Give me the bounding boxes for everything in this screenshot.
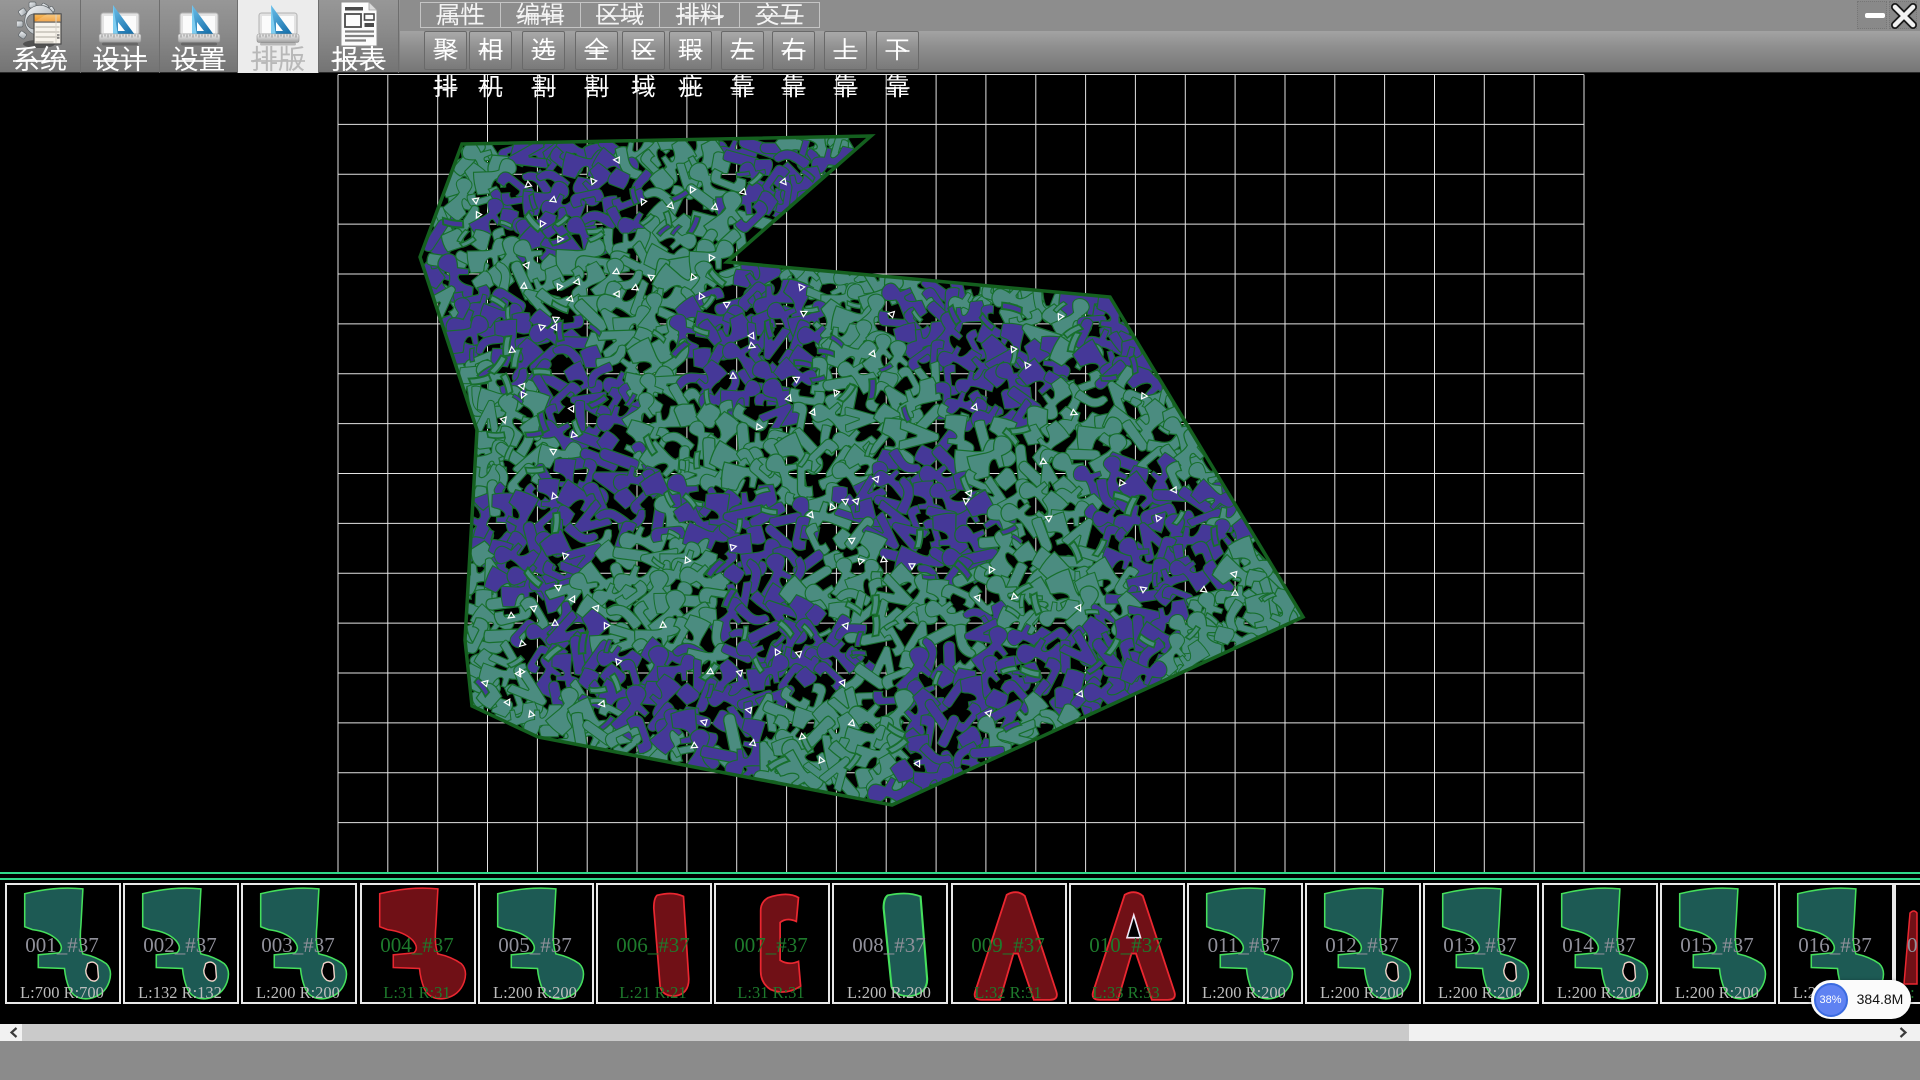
svg-text:006_#37: 006_#37 (616, 933, 690, 957)
svg-text:008_#37: 008_#37 (852, 933, 926, 957)
svg-text:004_#37: 004_#37 (380, 933, 454, 957)
svg-text:L:32 R:31: L:32 R:31 (974, 983, 1041, 1002)
svg-text:L:200 R:200: L:200 R:200 (847, 983, 931, 1002)
svg-text:L:200 R:200: L:200 R:200 (1202, 983, 1286, 1002)
svg-text:L:33 R:33: L:33 R:33 (1092, 983, 1159, 1002)
svg-text:L:31 R:31: L:31 R:31 (383, 983, 450, 1002)
svg-text:003_#37: 003_#37 (261, 933, 335, 957)
svg-text:007_#37: 007_#37 (734, 933, 808, 957)
svg-text:011_#37: 011_#37 (1208, 933, 1281, 957)
svg-text:L:200 R:200: L:200 R:200 (493, 983, 577, 1002)
svg-text:L:132 R:132: L:132 R:132 (138, 983, 222, 1002)
svg-text:013_#37: 013_#37 (1443, 933, 1517, 957)
svg-text:L:21 R:21: L:21 R:21 (619, 983, 686, 1002)
svg-text:009_#37: 009_#37 (971, 933, 1045, 957)
svg-text:L:200 R:200: L:200 R:200 (256, 983, 340, 1002)
svg-text:010_#37: 010_#37 (1089, 933, 1163, 957)
svg-text:0: 0 (1907, 933, 1918, 957)
svg-text:L:200 R:200: L:200 R:200 (1320, 983, 1404, 1002)
svg-text:L:700 R:700: L:700 R:700 (20, 983, 104, 1002)
svg-text:012_#37: 012_#37 (1325, 933, 1399, 957)
svg-text:L:200 R:200: L:200 R:200 (1438, 983, 1522, 1002)
svg-text:L:200 R:200: L:200 R:200 (1675, 983, 1759, 1002)
svg-text:016_#37: 016_#37 (1798, 933, 1872, 957)
svg-text:001_#37: 001_#37 (25, 933, 99, 957)
svg-text:L:31 R:31: L:31 R:31 (737, 983, 804, 1002)
svg-text:002_#37: 002_#37 (143, 933, 217, 957)
svg-text:L:200 R:200: L:200 R:200 (1557, 983, 1641, 1002)
svg-text:014_#37: 014_#37 (1562, 933, 1636, 957)
svg-text:005_#37: 005_#37 (498, 933, 572, 957)
svg-text:015_#37: 015_#37 (1680, 933, 1754, 957)
